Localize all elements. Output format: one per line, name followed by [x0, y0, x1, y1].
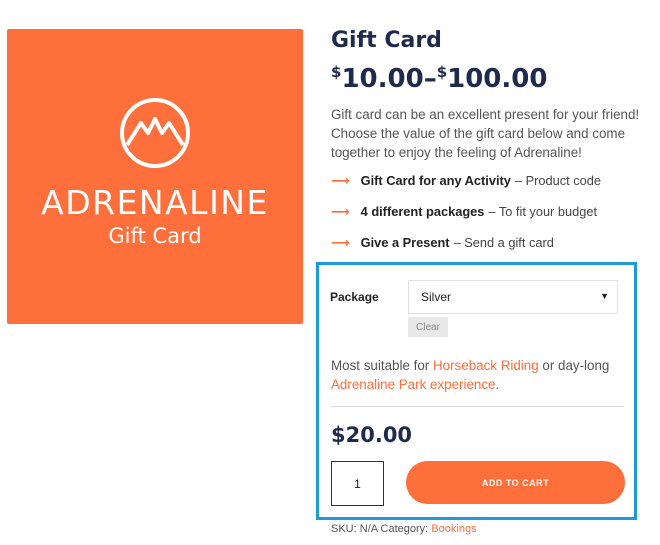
feature-list: ⟶ Gift Card for any Activity – Product cod… [331, 173, 641, 266]
sku-label: SKU: [331, 523, 357, 535]
product-meta: SKU: N/A Category: Bookings [331, 523, 477, 535]
suit-suffix: . [495, 377, 500, 392]
feature-detail: – To fit your budget [488, 204, 598, 219]
variation-price: $20.00 [331, 423, 413, 447]
category-link[interactable]: Bookings [431, 523, 476, 535]
product-title: Gift Card [331, 28, 442, 53]
feature-detail: – Product code [514, 173, 602, 188]
arrow-right-icon: ⟶ [331, 235, 350, 250]
feature-detail: – Send a gift card [453, 235, 554, 250]
package-selected-value: Silver [421, 290, 452, 304]
variation-form: Package Silver ▼ Clear Most suitable for… [316, 262, 637, 520]
feature-title: Gift Card for any Activity [360, 173, 511, 188]
feature-title: 4 different packages [360, 204, 485, 219]
brand-name: ADRENALINE [41, 183, 269, 222]
arrow-right-icon: ⟶ [331, 204, 350, 219]
package-description: Most suitable for Horseback Riding or da… [331, 356, 621, 394]
brand-subtitle: Gift Card [108, 224, 202, 248]
clear-button[interactable]: Clear [408, 317, 448, 337]
currency-symbol: $ [331, 63, 342, 81]
price-min: 10.00 [341, 64, 424, 94]
feature-item: ⟶ Gift Card for any Activity – Product cod… [331, 173, 641, 204]
package-label: Package [330, 290, 379, 304]
mountain-logo-icon [120, 98, 190, 168]
price-range: $10.00–$100.00 [331, 63, 641, 94]
horseback-riding-link[interactable]: Horseback Riding [433, 358, 539, 373]
feature-item: ⟶ 4 different packages – To fit your budge… [331, 204, 641, 235]
category-label: Category: [380, 523, 429, 535]
add-to-cart-button[interactable]: ADD TO CART [406, 461, 625, 504]
product-description: Gift card can be an excellent present fo… [331, 107, 640, 160]
price-max: 100.00 [447, 64, 548, 94]
currency-symbol: $ [436, 63, 448, 81]
caret-down-icon: ▼ [600, 291, 609, 301]
suit-prefix: Most suitable for [331, 358, 433, 373]
suit-middle: or day-long [538, 358, 610, 373]
adrenaline-park-link[interactable]: Adrenaline Park experience [331, 377, 496, 392]
sku-value: N/A [359, 523, 378, 535]
price-separator: – [423, 64, 437, 94]
divider [331, 406, 624, 407]
quantity-input[interactable]: 1 [331, 461, 384, 506]
product-image[interactable]: ADRENALINE Gift Card [7, 29, 303, 324]
package-select[interactable]: Silver ▼ [408, 280, 618, 314]
feature-title: Give a Present [360, 235, 450, 250]
arrow-right-icon: ⟶ [331, 173, 350, 188]
product-summary: Gift Card $10.00–$100.00 Gift card can b… [331, 28, 641, 266]
